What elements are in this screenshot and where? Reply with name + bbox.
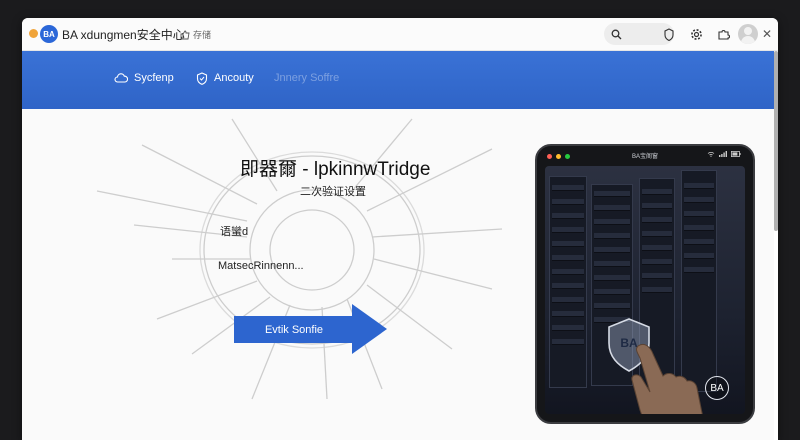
signal-icon [719, 151, 727, 157]
server-rack [549, 176, 587, 388]
cloud-icon [114, 73, 128, 83]
nav-item-jnnery-soffre[interactable]: Jnnery Soffre [274, 68, 339, 88]
wifi-icon [707, 151, 715, 157]
thumbs-up-icon [180, 30, 190, 39]
primary-cta-button[interactable]: Evtik Sonfie [234, 304, 389, 354]
page-title: 即器爾 - lpkinnwTridge [240, 159, 431, 180]
search-icon [611, 29, 622, 39]
save-action-label: 存储 [193, 30, 212, 40]
cta-label: Evtik Sonfie [234, 316, 354, 343]
app-logo: BA [40, 25, 58, 43]
app-status-dot [29, 29, 38, 38]
tablet-illustration: BA宝阁窗 BA BA [535, 144, 755, 424]
nav-item-label: Ancouty [214, 72, 254, 84]
save-action[interactable]: 存储 [180, 28, 211, 41]
nav-item-ancouty[interactable]: Ancouty [196, 68, 254, 88]
title-bar: BA BA xdungmen安全中心 存储 ✕ [22, 18, 778, 51]
shield-icon [196, 71, 208, 85]
close-icon[interactable]: ✕ [762, 27, 772, 41]
brand-badge: BA [705, 376, 729, 400]
app-title: BA xdungmen安全中心 [62, 28, 185, 42]
settings-gear-icon[interactable] [687, 25, 705, 43]
server-room-image: BA BA [545, 166, 745, 414]
sketch-label-primary: 语蠻d [220, 226, 249, 238]
tablet-status-icons [707, 151, 741, 157]
puzzle-icon[interactable] [714, 25, 732, 43]
page-subtitle: 二次验证设置 [300, 186, 366, 198]
arrow-right-icon [352, 304, 387, 354]
nav-item-label: Jnnery Soffre [274, 72, 340, 84]
pointing-hand-icon [631, 343, 703, 414]
app-window: BA BA xdungmen安全中心 存储 ✕ Sycfenp Ancouty [22, 18, 778, 440]
user-avatar[interactable] [738, 24, 758, 44]
top-nav: Sycfenp Ancouty Jnnery Soffre [22, 51, 774, 109]
vertical-scrollbar[interactable] [774, 51, 778, 231]
sketch-label-secondary: MatsecRinnenn... [218, 260, 304, 272]
nav-item-sycfenp[interactable]: Sycfenp [114, 68, 174, 88]
nav-item-label: Sycfenp [134, 72, 174, 84]
battery-icon [731, 151, 741, 157]
shield-check-icon[interactable] [660, 25, 678, 43]
